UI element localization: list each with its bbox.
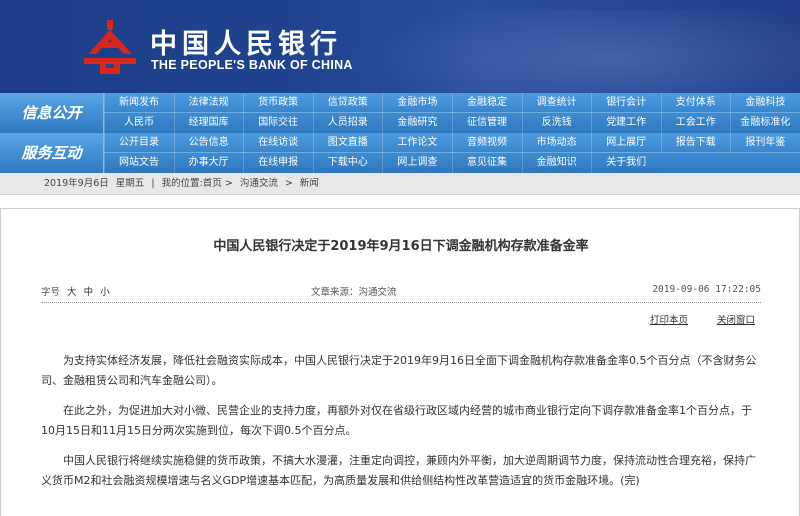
publish-time: 2019-09-06 17:22:05 [652,284,761,295]
nav-link[interactable]: 图文直播 [312,133,382,153]
font-size-small[interactable]: 小 [100,287,110,298]
nav-link[interactable]: 在线申报 [243,153,312,173]
breadcrumb-separator: | [151,178,155,189]
nav-link[interactable]: 意见征集 [452,153,521,173]
logo-chinese-text: 中国人民银行 [150,29,342,60]
font-size-medium[interactable]: 中 [84,287,94,298]
nav-link[interactable]: 金融标准化 [730,113,799,133]
nav-link[interactable]: 人民币 [104,113,173,133]
site-header: 中国人民银行 THE PEOPLE'S BANK OF CHINA [0,0,800,93]
breadcrumb-home[interactable]: 首页 [203,178,222,189]
nav-link[interactable]: 金融稳定 [452,93,521,113]
nav-link[interactable]: 音频视频 [452,133,521,153]
nav-link[interactable]: 网上展厅 [591,133,660,153]
nav-link[interactable]: 金融研究 [382,113,451,133]
nav-link[interactable]: 银行会计 [591,93,660,113]
font-size-large[interactable]: 大 [67,287,77,298]
nav-link[interactable]: 征信管理 [452,113,521,133]
nav-link[interactable]: 信贷政策 [312,93,382,113]
article-title: 中国人民银行决定于2019年9月16日下调金融机构存款准备金率 [213,239,589,254]
nav-link[interactable]: 支付体系 [660,93,730,113]
nav-section-service-interaction[interactable]: 服务互动 [0,133,104,173]
nav-link[interactable]: 报告下载 [660,133,730,153]
meta-divider [41,302,761,303]
nav-link[interactable]: 新闻发布 [104,93,173,113]
nav-link[interactable]: 法律法规 [173,93,243,113]
article-body: 为支持实体经济发展，降低社会融资实际成本，中国人民银行决定于2019年9月16日… [41,351,765,501]
print-page-link[interactable]: 打印本页 [650,315,688,326]
breadcrumb-news[interactable]: 新闻 [300,178,319,189]
nav-row: 人民币 经理国库 国际交往 人员招录 金融研究 征信管理 反洗钱 党建工作 工会工作 金融标准化 [104,113,800,133]
nav-link[interactable]: 公开目录 [104,133,173,153]
article-paragraph: 为支持实体经济发展，降低社会融资实际成本，中国人民银行决定于2019年9月16日… [41,354,757,387]
article-container: 中国人民银行决定于2019年9月16日下调金融机构存款准备金率 字号 大 中 小… [0,208,800,516]
nav-link[interactable]: 国际交往 [243,113,312,133]
current-date: 2019年9月6日 [44,178,109,189]
nav-link[interactable]: 货币政策 [243,93,312,113]
article-source: 文章来源：沟通交流 [311,287,397,298]
breadcrumb-communication[interactable]: 沟通交流 [240,178,278,189]
nav-link[interactable]: 关于我们 [591,153,660,173]
nav-link[interactable]: 人员招录 [312,113,382,133]
font-size-selector: 字号 大 中 小 [41,284,110,298]
breadcrumb-bar: 2019年9月6日 星期五 | 我的位置:首页 > 沟通交流 > 新闻 [0,173,800,195]
nav-link[interactable]: 反洗钱 [521,113,591,133]
nav-section-info-public[interactable]: 信息公开 [0,93,104,133]
article-paragraph: 中国人民银行将继续实施稳健的货币政策，不搞大水漫灌，注重定向调控，兼顾内外平衡，… [41,454,756,487]
nav-link[interactable]: 金融市场 [382,93,451,113]
font-size-label: 字号 [41,287,61,298]
nav-link[interactable]: 金融知识 [521,153,591,173]
pboc-logo-icon[interactable] [80,18,140,76]
nav-link[interactable]: 党建工作 [591,113,660,133]
nav-link[interactable]: 网站文告 [104,153,173,173]
nav-link[interactable]: 在线访谈 [243,133,312,153]
current-weekday: 星期五 [115,178,145,189]
nav-link[interactable]: 工作论文 [382,133,451,153]
article-meta: 字号 大 中 小 文章来源：沟通交流 2019-09-06 17:22:05 [41,284,761,300]
nav-link[interactable]: 办事大厅 [173,153,243,173]
nav-link[interactable]: 报刊年鉴 [730,133,799,153]
close-window-link[interactable]: 关闭窗口 [717,315,755,326]
breadcrumb-arrow: > [224,178,233,189]
nav-row: 公开目录 公告信息 在线访谈 图文直播 工作论文 音频视频 市场动态 网上展厅 报告下载 报刊年鉴 [104,133,800,153]
main-navigation: 信息公开 新闻发布 法律法规 货币政策 信贷政策 金融市场 金融稳定 调查统计 银行会计 支付体… [0,93,800,173]
nav-link[interactable]: 公告信息 [173,133,243,153]
nav-link[interactable]: 金融科技 [730,93,799,113]
nav-link[interactable]: 调查统计 [521,93,591,113]
nav-block-service: 服务互动 公开目录 公告信息 在线访谈 图文直播 工作论文 音频视频 市场动态 网上展厅 报告下… [0,133,800,173]
nav-link[interactable]: 经理国库 [173,113,243,133]
nav-row: 新闻发布 法律法规 货币政策 信贷政策 金融市场 金融稳定 调查统计 银行会计 支付体系 金融科技 [104,93,800,113]
header-decoration [300,10,800,93]
breadcrumb-arrow: > [284,178,293,189]
article-paragraph: 在此之外，为促进加大对小微、民营企业的支持力度，再额外对仅在省级行政区域内经营的… [41,404,752,437]
nav-block-info: 信息公开 新闻发布 法律法规 货币政策 信贷政策 金融市场 金融稳定 调查统计 银行会计 支付体… [0,93,800,133]
logo-english-text: THE PEOPLE'S BANK OF CHINA [151,58,353,72]
nav-row: 网站文告 办事大厅 在线申报 下载中心 网上调查 意见征集 金融知识 关于我们 [104,153,800,173]
nav-link[interactable]: 下载中心 [312,153,382,173]
location-label: 我的位置: [161,178,203,189]
nav-link[interactable]: 工会工作 [660,113,730,133]
nav-link[interactable]: 网上调查 [382,153,451,173]
nav-link[interactable]: 市场动态 [521,133,591,153]
article-tools: 打印本页 关闭窗口 [624,312,755,326]
